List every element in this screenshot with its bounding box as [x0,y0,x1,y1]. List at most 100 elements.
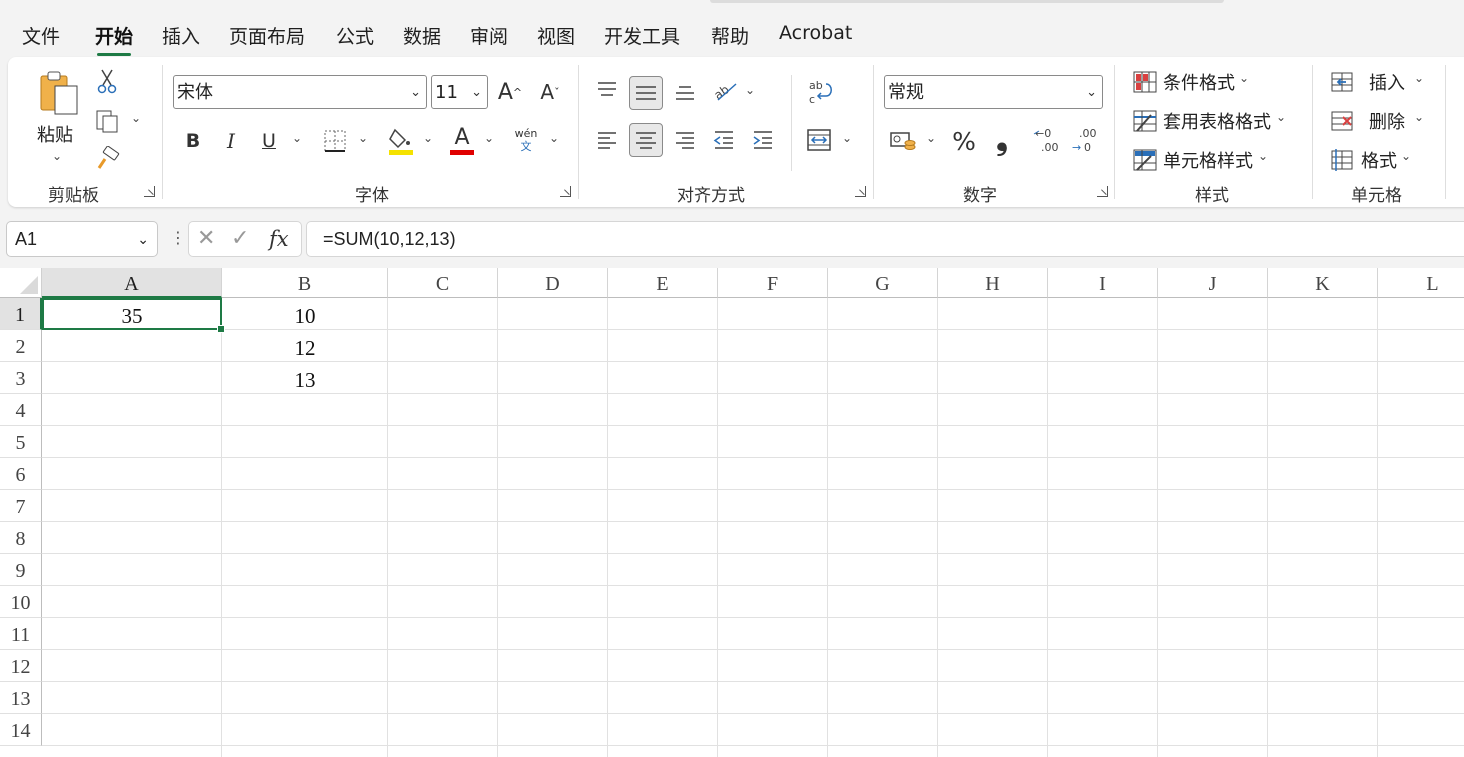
column-header-b[interactable]: B [222,268,388,298]
format-as-table-button[interactable]: 套用表格格式 [1163,108,1271,134]
format-painter-icon[interactable] [94,145,122,173]
percent-style-button[interactable]: % [950,125,978,157]
delete-cells-button[interactable]: 删除 [1369,108,1405,134]
format-cells-button[interactable]: 格式 [1361,147,1397,173]
align-right-icon[interactable] [672,127,698,153]
clipboard-dialog-launcher-icon[interactable] [144,186,155,197]
format-as-table-icon[interactable] [1132,108,1158,134]
copy-dropdown-icon[interactable]: ⌄ [131,111,141,125]
row-header-1[interactable]: 1 [0,298,42,330]
accounting-dropdown-icon[interactable]: ⌄ [926,131,936,145]
tab-developer[interactable]: 开发工具 [604,22,680,49]
row-header-4[interactable]: 4 [0,394,42,426]
accounting-format-icon[interactable] [888,127,918,155]
borders-dropdown-icon[interactable]: ⌄ [358,131,368,145]
column-header-g[interactable]: G [828,268,938,298]
phonetic-guide-icon[interactable]: wén 文 [511,123,541,157]
tab-home[interactable]: 开始 [95,22,133,56]
cancel-icon[interactable]: ✕ [197,226,215,251]
paste-dropdown-icon[interactable]: ⌄ [52,149,62,163]
comma-style-button[interactable]: ❟ [991,121,1013,157]
italic-button[interactable]: I [218,127,244,155]
row-header-5[interactable]: 5 [0,426,42,458]
font-name-select[interactable]: 宋体 ⌄ [173,75,427,109]
font-dialog-launcher-icon[interactable] [560,186,571,197]
tab-insert[interactable]: 插入 [162,22,200,49]
row-header-2[interactable]: 2 [0,330,42,362]
column-header-i[interactable]: I [1048,268,1158,298]
align-top-icon[interactable] [594,77,620,103]
cell-b3[interactable]: 13 [222,362,388,394]
format-dropdown-icon[interactable]: ⌄ [1401,149,1411,163]
wrap-text-icon[interactable]: ab c [805,77,835,107]
column-header-k[interactable]: K [1268,268,1378,298]
text-orientation-icon[interactable]: ab [711,77,741,105]
table-format-dropdown-icon[interactable]: ⌄ [1276,110,1286,124]
row-header-10[interactable]: 10 [0,586,42,618]
spreadsheet-grid[interactable]: A B C D E F G H I J K L 1 2 3 4 5 6 7 8 9 10 11 12 13 14 35 10 12 13 [0,268,1464,757]
cell-styles-button[interactable]: 单元格样式 [1163,147,1253,173]
underline-button[interactable]: U [256,127,282,155]
column-header-h[interactable]: H [938,268,1048,298]
insert-cells-button[interactable]: 插入 [1369,69,1405,95]
insert-dropdown-icon[interactable]: ⌄ [1414,71,1424,85]
phonetic-dropdown-icon[interactable]: ⌄ [549,131,559,145]
cell-b2[interactable]: 12 [222,330,388,362]
orientation-dropdown-icon[interactable]: ⌄ [745,83,755,97]
increase-decimal-icon[interactable]: ←0.00 [1030,125,1062,155]
cell-styles-icon[interactable] [1132,147,1158,173]
row-header-14[interactable]: 14 [0,714,42,746]
paste-icon[interactable] [36,69,84,117]
align-bottom-icon[interactable] [672,79,698,105]
conditional-dropdown-icon[interactable]: ⌄ [1239,71,1249,85]
tab-acrobat[interactable]: Acrobat [779,22,852,44]
column-header-f[interactable]: F [718,268,828,298]
tab-data[interactable]: 数据 [403,22,441,49]
align-middle-button[interactable] [629,76,663,110]
cell-styles-dropdown-icon[interactable]: ⌄ [1258,149,1268,163]
copy-icon[interactable] [94,107,122,135]
insert-function-button[interactable]: fx [269,227,289,251]
row-header-7[interactable]: 7 [0,490,42,522]
insert-cells-icon[interactable] [1329,69,1355,95]
column-header-c[interactable]: C [388,268,498,298]
column-header-d[interactable]: D [498,268,608,298]
fill-color-dropdown-icon[interactable]: ⌄ [423,131,433,145]
tab-file[interactable]: 文件 [22,22,60,49]
delete-cells-icon[interactable] [1329,108,1355,134]
increase-indent-icon[interactable] [750,127,776,153]
formula-input[interactable]: =SUM(10,12,13) [306,221,1464,257]
align-center-button[interactable] [629,123,663,157]
delete-dropdown-icon[interactable]: ⌄ [1414,110,1424,124]
row-header-6[interactable]: 6 [0,458,42,490]
merge-dropdown-icon[interactable]: ⌄ [842,131,852,145]
paste-label[interactable]: 粘贴 [37,121,73,147]
alignment-dialog-launcher-icon[interactable] [855,186,866,197]
column-header-a[interactable]: A [42,268,222,298]
confirm-icon[interactable]: ✓ [231,226,249,251]
fill-color-icon[interactable] [386,125,416,157]
row-header-13[interactable]: 13 [0,682,42,714]
increase-font-size-icon[interactable]: A ^ [496,77,524,107]
row-header-3[interactable]: 3 [0,362,42,394]
tab-formulas[interactable]: 公式 [336,22,374,49]
tab-view[interactable]: 视图 [537,22,575,49]
number-dialog-launcher-icon[interactable] [1097,186,1108,197]
tab-help[interactable]: 帮助 [711,22,749,49]
select-all-button[interactable] [0,268,42,298]
tab-review[interactable]: 审阅 [470,22,508,49]
cut-icon[interactable] [96,67,118,95]
conditional-formatting-button[interactable]: 条件格式 [1163,69,1235,95]
merge-center-icon[interactable] [805,125,833,155]
format-cells-icon[interactable] [1329,147,1355,173]
conditional-formatting-icon[interactable] [1132,69,1158,95]
row-header-12[interactable]: 12 [0,650,42,682]
decrease-font-size-icon[interactable]: Aˇ [536,77,564,107]
decrease-decimal-icon[interactable]: .00 → 0 [1068,125,1100,155]
cell-b1[interactable]: 10 [222,298,388,330]
align-left-icon[interactable] [594,127,620,153]
more-options-icon[interactable]: ⋮ [170,228,186,247]
row-header-11[interactable]: 11 [0,618,42,650]
bold-button[interactable]: B [180,127,206,155]
decrease-indent-icon[interactable] [711,127,737,153]
